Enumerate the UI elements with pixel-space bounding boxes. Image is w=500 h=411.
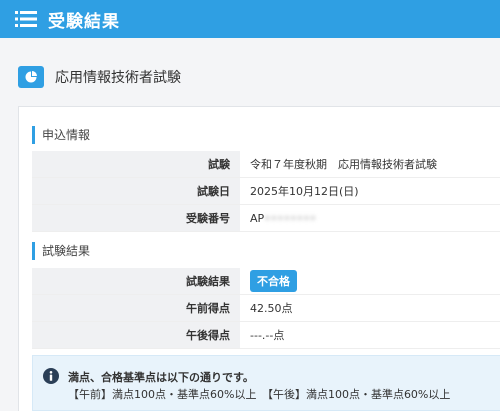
- row-value: 42.50点: [250, 302, 293, 315]
- row-exam-number: 受験番号 AP ••••••••: [32, 205, 500, 232]
- row-label: 試験: [32, 151, 240, 177]
- row-value: 令和７年度秋期 応用情報技術者試験: [250, 158, 437, 171]
- row-label: 試験結果: [32, 268, 240, 294]
- row-label: 午後得点: [32, 322, 240, 348]
- row-label: 試験日: [32, 178, 240, 204]
- row-exam: 試験 令和７年度秋期 応用情報技術者試験: [32, 151, 500, 178]
- application-heading: 申込情報: [32, 126, 90, 144]
- row-value: 不合格: [240, 268, 297, 294]
- status-badge: 不合格: [250, 270, 297, 292]
- results-heading: 試験結果: [32, 242, 90, 260]
- row-label: 受験番号: [32, 205, 240, 231]
- row-exam-date: 試験日 2025年10月12日(日): [32, 178, 500, 205]
- row-result: 試験結果 不合格: [32, 268, 500, 295]
- info-notice: 満点、合格基準点は以下の通りです。 【午前】満点100点・基準点60%以上 【午…: [32, 355, 500, 411]
- page-title: 受験結果: [48, 11, 120, 32]
- row-label: 午前得点: [32, 295, 240, 321]
- row-value: 2025年10月12日(日): [250, 185, 359, 198]
- notice-title: 満点、合格基準点は以下の通りです。: [68, 371, 254, 384]
- exam-number: AP: [250, 211, 265, 225]
- pie-chart-icon: [25, 71, 37, 83]
- exam-title: 応用情報技術者試験: [55, 70, 181, 86]
- notice-detail: 【午前】満点100点・基準点60%以上 【午後】満点100点・基準点60%以上: [68, 388, 451, 401]
- list-menu-icon[interactable]: [15, 11, 37, 27]
- section-chip: [18, 66, 44, 88]
- info-icon: [43, 368, 59, 384]
- section-header: 応用情報技術者試験: [18, 65, 181, 89]
- row-value: AP ••••••••: [240, 205, 316, 231]
- row-value: ---.--点: [250, 329, 285, 342]
- blurred-number: ••••••••: [264, 211, 317, 225]
- row-am-score: 午前得点 42.50点: [32, 295, 500, 322]
- app-header: 受験結果: [0, 0, 500, 38]
- result-card: 申込情報 試験 令和７年度秋期 応用情報技術者試験 試験日 2025年10月12…: [18, 106, 500, 411]
- row-pm-score: 午後得点 ---.--点: [32, 322, 500, 349]
